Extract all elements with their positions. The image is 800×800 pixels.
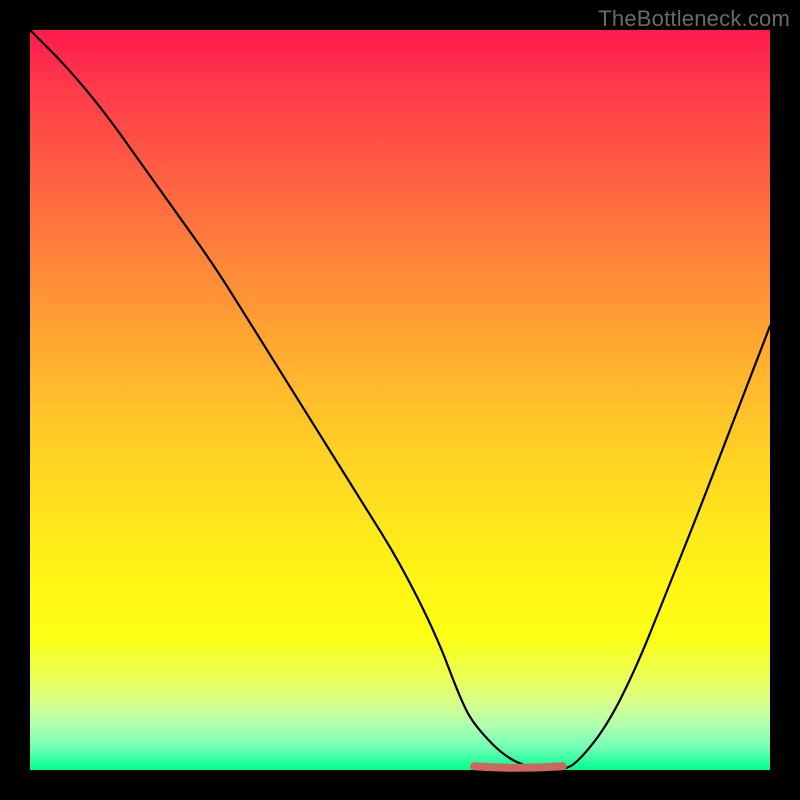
chart-frame: TheBottleneck.com [0,0,800,800]
curve-path [30,30,770,770]
chart-svg [30,30,770,770]
optimal-flat-segment [474,766,563,768]
flat-segment-path [474,766,563,768]
watermark-text: TheBottleneck.com [598,6,790,32]
bottleneck-curve [30,30,770,770]
chart-plot-area [30,30,770,770]
